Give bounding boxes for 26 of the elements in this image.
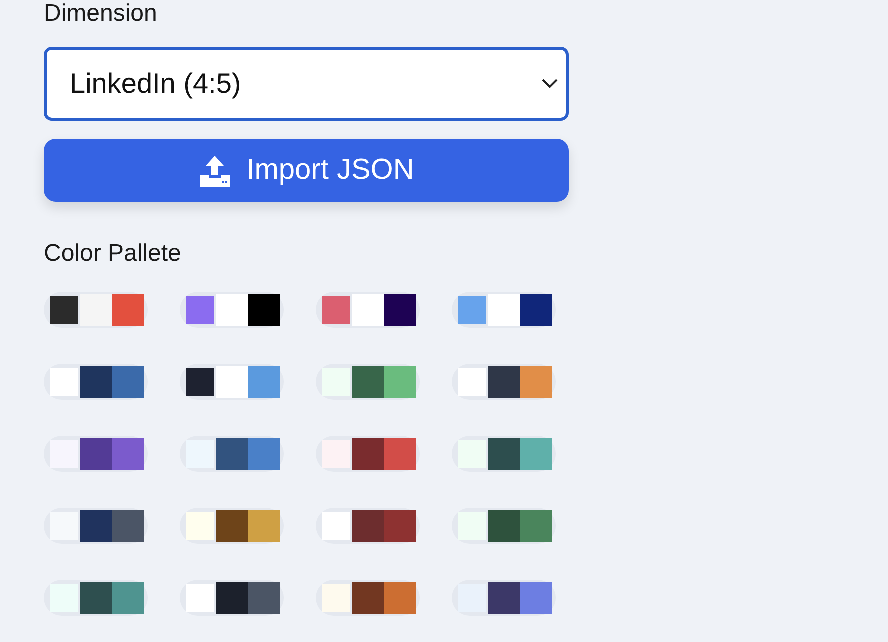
dimension-select[interactable]: LinkedIn (4:5): [44, 47, 569, 121]
color-palette-option[interactable]: [44, 580, 148, 616]
color-palette-option[interactable]: [44, 508, 148, 544]
color-palette-option[interactable]: [316, 436, 420, 472]
color-palette-option[interactable]: [180, 436, 284, 472]
color-palette-option[interactable]: [452, 580, 556, 616]
color-palette-option[interactable]: [316, 508, 420, 544]
import-json-button[interactable]: Import JSON: [44, 139, 569, 202]
palette-title: Color Pallete: [44, 240, 182, 268]
color-palette-option[interactable]: [180, 364, 284, 400]
color-palette-option[interactable]: [180, 580, 284, 616]
color-palette-option[interactable]: [180, 292, 284, 328]
color-palette-option[interactable]: [316, 580, 420, 616]
color-palette-option[interactable]: [44, 292, 148, 328]
color-palette-option[interactable]: [44, 364, 148, 400]
color-palette-option[interactable]: [452, 508, 556, 544]
color-palette-option[interactable]: [452, 364, 556, 400]
color-palette-option[interactable]: [316, 364, 420, 400]
upload-icon: [198, 154, 231, 186]
color-palette-option[interactable]: [316, 292, 420, 328]
color-palette-option[interactable]: [44, 436, 148, 472]
color-palette-option[interactable]: [180, 508, 284, 544]
color-palette-option[interactable]: [452, 292, 556, 328]
chevron-down-icon: [542, 79, 558, 89]
dimension-label: Dimension: [44, 0, 158, 28]
color-palette-option[interactable]: [452, 436, 556, 472]
